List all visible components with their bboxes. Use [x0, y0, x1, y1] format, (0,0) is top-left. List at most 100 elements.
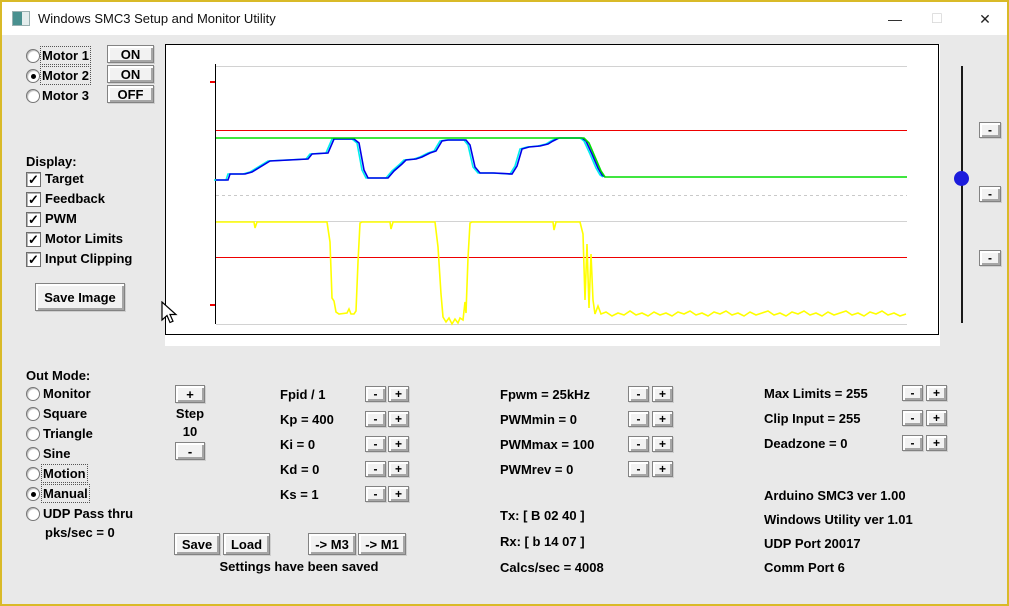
radio-out-mode-sine[interactable] [26, 447, 40, 461]
minimize-icon[interactable]: — [879, 7, 911, 31]
limit-0-minus-button[interactable]: - [902, 385, 923, 401]
pid-0-plus-button[interactable]: + [388, 386, 409, 402]
pwm-3-plus-button[interactable]: + [652, 461, 673, 477]
save-settings-button[interactable]: Save [174, 533, 220, 555]
checkbox-input-clipping[interactable] [26, 252, 41, 268]
copy-to-m1-button[interactable]: -> M1 [358, 533, 406, 555]
limit-2-minus-button[interactable]: - [902, 435, 923, 451]
radio-out-mode-motion[interactable] [26, 467, 40, 481]
radio-out-mode-udp-pass-thru[interactable] [26, 507, 40, 521]
mouse-cursor [161, 301, 178, 324]
pwm-1-label: PWMmin = 0 [500, 412, 577, 427]
step-value: 10 [182, 424, 198, 439]
pid-4-minus-button[interactable]: - [365, 486, 386, 502]
target-slider-track[interactable] [961, 66, 963, 323]
pid-1-minus-button[interactable]: - [365, 411, 386, 427]
feedback-checkbox-label: Feedback [45, 191, 105, 206]
pid-2-label: Ki = 0 [280, 437, 316, 452]
pwm-2-minus-button[interactable]: - [628, 436, 649, 452]
target-checkbox-label: Target [45, 171, 84, 186]
load-settings-button[interactable]: Load [223, 533, 270, 555]
pid-0-minus-button[interactable]: - [365, 386, 386, 402]
motor-3-power-button[interactable]: OFF [107, 85, 154, 103]
motor-2-power-button[interactable]: ON [107, 65, 154, 83]
utility-version: Windows Utility ver 1.01 [764, 512, 913, 527]
checkbox-target[interactable] [26, 172, 41, 188]
pid-2-plus-button[interactable]: + [388, 436, 409, 452]
app-window: Windows SMC3 Setup and Monitor Utility —… [0, 0, 1009, 606]
motor-limits-checkbox-label: Motor Limits [45, 231, 123, 246]
maximize-icon: □ [932, 10, 942, 27]
motor-3-label: Motor 3 [42, 88, 89, 103]
checkbox-pwm[interactable] [26, 212, 41, 228]
calcs-per-sec: Calcs/sec = 4008 [500, 560, 604, 575]
radio-motor-2[interactable] [26, 69, 40, 83]
title-bar: Windows SMC3 Setup and Monitor Utility [2, 2, 1007, 35]
tx-status: Tx: [ B 02 40 ] [500, 508, 585, 523]
radio-motor-3[interactable] [26, 89, 40, 103]
pwm-0-label: Fpwm = 25kHz [500, 387, 590, 402]
pwm-1-minus-button[interactable]: - [628, 411, 649, 427]
checkbox-motor-limits[interactable] [26, 232, 41, 248]
pid-0-label: Fpid / 1 [280, 387, 326, 402]
slider-minus-button-3[interactable]: - [979, 250, 1001, 266]
rx-status: Rx: [ b 14 07 ] [500, 534, 585, 549]
step-minus-button[interactable]: - [175, 442, 205, 460]
slider-minus-button-1[interactable]: - [979, 122, 1001, 138]
out-mode-triangle-label: Triangle [43, 426, 93, 441]
monitor-chart [165, 44, 940, 346]
pwm-0-plus-button[interactable]: + [652, 386, 673, 402]
limit-2-plus-button[interactable]: + [926, 435, 947, 451]
pid-4-label: Ks = 1 [280, 487, 319, 502]
pid-1-plus-button[interactable]: + [388, 411, 409, 427]
status-message: Settings have been saved [219, 559, 379, 574]
limit-0-plus-button[interactable]: + [926, 385, 947, 401]
radio-out-mode-monitor[interactable] [26, 387, 40, 401]
pwm-2-label: PWMmax = 100 [500, 437, 595, 452]
display-section-label: Display: [26, 154, 77, 169]
out-mode-manual-label: Manual [41, 484, 90, 503]
pid-4-plus-button[interactable]: + [388, 486, 409, 502]
save-image-button[interactable]: Save Image [35, 283, 125, 311]
pwm-3-label: PWMrev = 0 [500, 462, 574, 477]
radio-out-mode-square[interactable] [26, 407, 40, 421]
arduino-version: Arduino SMC3 ver 1.00 [764, 488, 906, 503]
limit-1-minus-button[interactable]: - [902, 410, 923, 426]
out-mode-square-label: Square [43, 406, 88, 421]
out-mode-motion-label: Motion [41, 464, 88, 483]
monitor-chart-svg [165, 44, 940, 346]
pid-3-minus-button[interactable]: - [365, 461, 386, 477]
radio-motor-1[interactable] [26, 49, 40, 63]
pwm-1-plus-button[interactable]: + [652, 411, 673, 427]
step-plus-button[interactable]: + [175, 385, 205, 403]
pid-3-label: Kd = 0 [280, 462, 320, 477]
comm-port: Comm Port 6 [764, 560, 845, 575]
app-icon [12, 11, 30, 26]
pwm-0-minus-button[interactable]: - [628, 386, 649, 402]
motor-1-label: Motor 1 [40, 46, 91, 65]
motor-2-label: Motor 2 [40, 66, 91, 85]
radio-out-mode-manual[interactable] [26, 487, 40, 501]
pid-3-plus-button[interactable]: + [388, 461, 409, 477]
pwm-2-plus-button[interactable]: + [652, 436, 673, 452]
checkbox-feedback[interactable] [26, 192, 41, 208]
target-slider-knob[interactable] [954, 171, 969, 186]
input-clipping-checkbox-label: Input Clipping [45, 251, 133, 266]
out-mode-udp-pass-thru-label: UDP Pass thru [43, 506, 134, 521]
pwm-3-minus-button[interactable]: - [628, 461, 649, 477]
step-label: Step [175, 406, 205, 421]
window-title: Windows SMC3 Setup and Monitor Utility [38, 11, 276, 26]
motor-1-power-button[interactable]: ON [107, 45, 154, 63]
out-mode-sine-label: Sine [43, 446, 71, 461]
copy-to-m3-button[interactable]: -> M3 [308, 533, 356, 555]
close-icon[interactable]: ✕ [969, 7, 1001, 31]
limit-1-plus-button[interactable]: + [926, 410, 947, 426]
radio-out-mode-triangle[interactable] [26, 427, 40, 441]
pid-1-label: Kp = 400 [280, 412, 334, 427]
pid-2-minus-button[interactable]: - [365, 436, 386, 452]
slider-minus-button-2[interactable]: - [979, 186, 1001, 202]
out-mode-monitor-label: Monitor [43, 386, 91, 401]
pks-per-sec-value: pks/sec = 0 [45, 525, 115, 540]
out-mode-section-label: Out Mode: [26, 368, 91, 383]
udp-port: UDP Port 20017 [764, 536, 861, 551]
